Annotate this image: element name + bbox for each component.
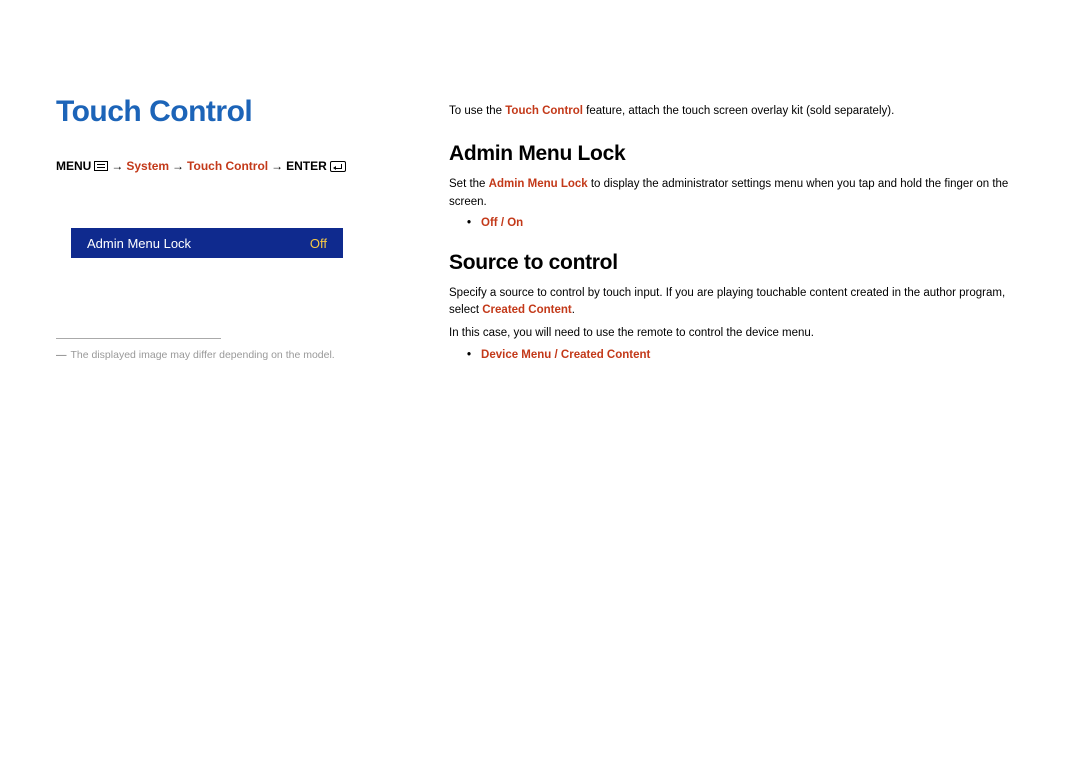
source-description-2: In this case, you will need to use the r…	[449, 325, 1030, 342]
footnote-text: The displayed image may differ depending…	[71, 349, 335, 361]
page: Touch Control MENU → System → Touch Cont…	[0, 0, 1080, 411]
footnote: ― The displayed image may differ dependi…	[56, 349, 401, 361]
breadcrumb-arrow-3: →	[271, 159, 283, 173]
enter-icon	[330, 161, 346, 172]
breadcrumb-system: System	[126, 159, 169, 173]
breadcrumb-arrow-1: →	[111, 159, 123, 173]
left-column: Touch Control MENU → System → Touch Cont…	[56, 95, 401, 361]
page-title: Touch Control	[56, 95, 401, 129]
intro-bold: Touch Control	[505, 105, 583, 117]
breadcrumb-touch-control: Touch Control	[187, 159, 268, 173]
breadcrumb-arrow-2: →	[172, 159, 184, 173]
right-column: To use the Touch Control feature, attach…	[449, 95, 1030, 361]
breadcrumb-menu-label: MENU	[56, 159, 91, 173]
bullet-device-menu: • Device Menu / Created Content	[467, 349, 1030, 361]
intro-prefix: To use the	[449, 105, 505, 117]
s2-p1-suffix: .	[572, 304, 575, 316]
breadcrumb: MENU → System → Touch Control → ENTER	[56, 159, 401, 173]
menu-item-value: Off	[310, 236, 327, 251]
source-description-1: Specify a source to control by touch inp…	[449, 285, 1030, 320]
intro-suffix: feature, attach the touch screen overlay…	[583, 105, 894, 117]
menu-item-label: Admin Menu Lock	[87, 236, 191, 251]
menu-item-admin-lock[interactable]: Admin Menu Lock Off	[71, 228, 343, 258]
s2-p1-bold: Created Content	[482, 304, 571, 316]
s1-prefix: Set the	[449, 178, 489, 190]
heading-admin-menu-lock: Admin Menu Lock	[449, 142, 1030, 166]
menu-icon	[94, 161, 108, 171]
intro-paragraph: To use the Touch Control feature, attach…	[449, 103, 1030, 120]
bullet-off-on: • Off / On	[467, 217, 1030, 229]
bullet-dot-icon: •	[467, 217, 471, 229]
footnote-dash: ―	[56, 349, 67, 361]
breadcrumb-enter-label: ENTER	[286, 159, 327, 173]
admin-lock-description: Set the Admin Menu Lock to display the a…	[449, 176, 1030, 211]
bullet-device-menu-text: Device Menu / Created Content	[481, 349, 650, 361]
divider	[56, 338, 221, 339]
bullet-off-on-text: Off / On	[481, 217, 523, 229]
heading-source-to-control: Source to control	[449, 251, 1030, 275]
s1-bold: Admin Menu Lock	[489, 178, 588, 190]
bullet-dot-icon: •	[467, 349, 471, 361]
